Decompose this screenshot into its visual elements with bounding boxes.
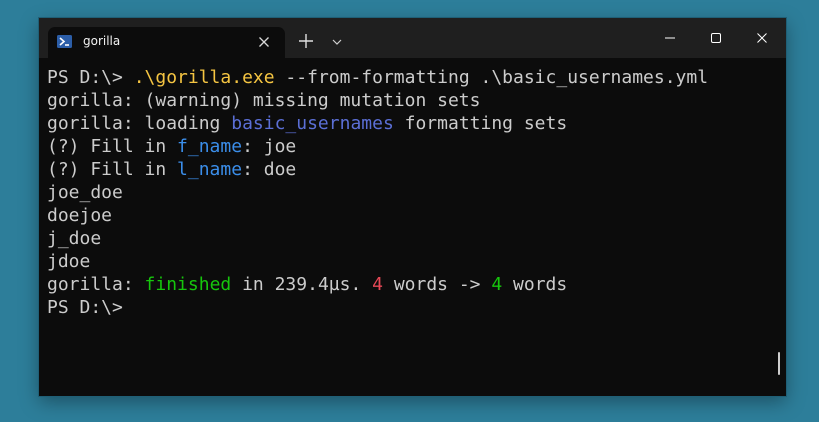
output-line: jdoe <box>47 251 91 272</box>
status-finished: finished <box>144 274 232 295</box>
prompt-fname-line: (?) Fill in f_name: joe <box>47 135 775 158</box>
summary-time: in 239.4µs. <box>231 274 373 295</box>
prompt: PS D:\> <box>47 67 134 88</box>
close-icon[interactable] <box>255 33 273 51</box>
loading-prefix: gorilla: loading <box>47 113 232 134</box>
fill-value: : doe <box>242 159 297 180</box>
variable-name: f_name <box>177 136 243 157</box>
plus-icon[interactable] <box>297 32 315 50</box>
variable-name: l_name <box>177 159 243 180</box>
loading-line: gorilla: loading basic_usernames formatt… <box>47 112 775 135</box>
summary-middle: words -> <box>382 274 492 295</box>
fill-prefix: (?) Fill in <box>47 136 178 157</box>
count-in: 4 <box>372 274 383 295</box>
warning-line: gorilla: (warning) missing mutation sets <box>47 90 481 111</box>
output-line: joe_doe <box>47 182 123 203</box>
fill-value: : joe <box>242 136 297 157</box>
command-args: --from-formatting .\basic_usernames.yml <box>274 67 709 88</box>
output-line: doejoe <box>47 205 113 226</box>
loading-suffix: formatting sets <box>393 113 568 134</box>
chevron-down-icon[interactable] <box>330 35 344 47</box>
formatting-set-name: basic_usernames <box>231 113 394 134</box>
close-icon <box>757 33 767 43</box>
command-line: PS D:\> .\gorilla.exe --from-formatting … <box>47 66 775 89</box>
fill-prefix: (?) Fill in <box>47 159 178 180</box>
maximize-button[interactable] <box>693 18 739 58</box>
tab-title: gorilla <box>83 34 121 48</box>
close-window-button[interactable] <box>739 18 785 58</box>
terminal-output[interactable]: PS D:\> .\gorilla.exe --from-formatting … <box>47 66 775 386</box>
maximize-icon <box>711 33 721 43</box>
title-bar: gorilla <box>39 18 786 58</box>
summary-line: gorilla: finished in 239.4µs. 4 words ->… <box>47 273 775 296</box>
minimize-button[interactable] <box>647 18 693 58</box>
prompt-lname-line: (?) Fill in l_name: doe <box>47 158 775 181</box>
minimize-icon <box>665 37 675 39</box>
powershell-icon <box>57 35 72 48</box>
tab-gorilla[interactable]: gorilla <box>48 27 285 58</box>
scrollbar[interactable] <box>778 352 780 375</box>
output-line: j_doe <box>47 228 102 249</box>
final-prompt-line: PS D:\> <box>47 297 123 318</box>
summary-suffix: words <box>502 274 568 295</box>
command-exe: .\gorilla.exe <box>133 67 275 88</box>
terminal-window: gorilla PS D:\> .\gorilla.exe --from-for… <box>39 18 786 396</box>
summary-prefix: gorilla: <box>47 274 145 295</box>
count-out: 4 <box>491 274 503 295</box>
